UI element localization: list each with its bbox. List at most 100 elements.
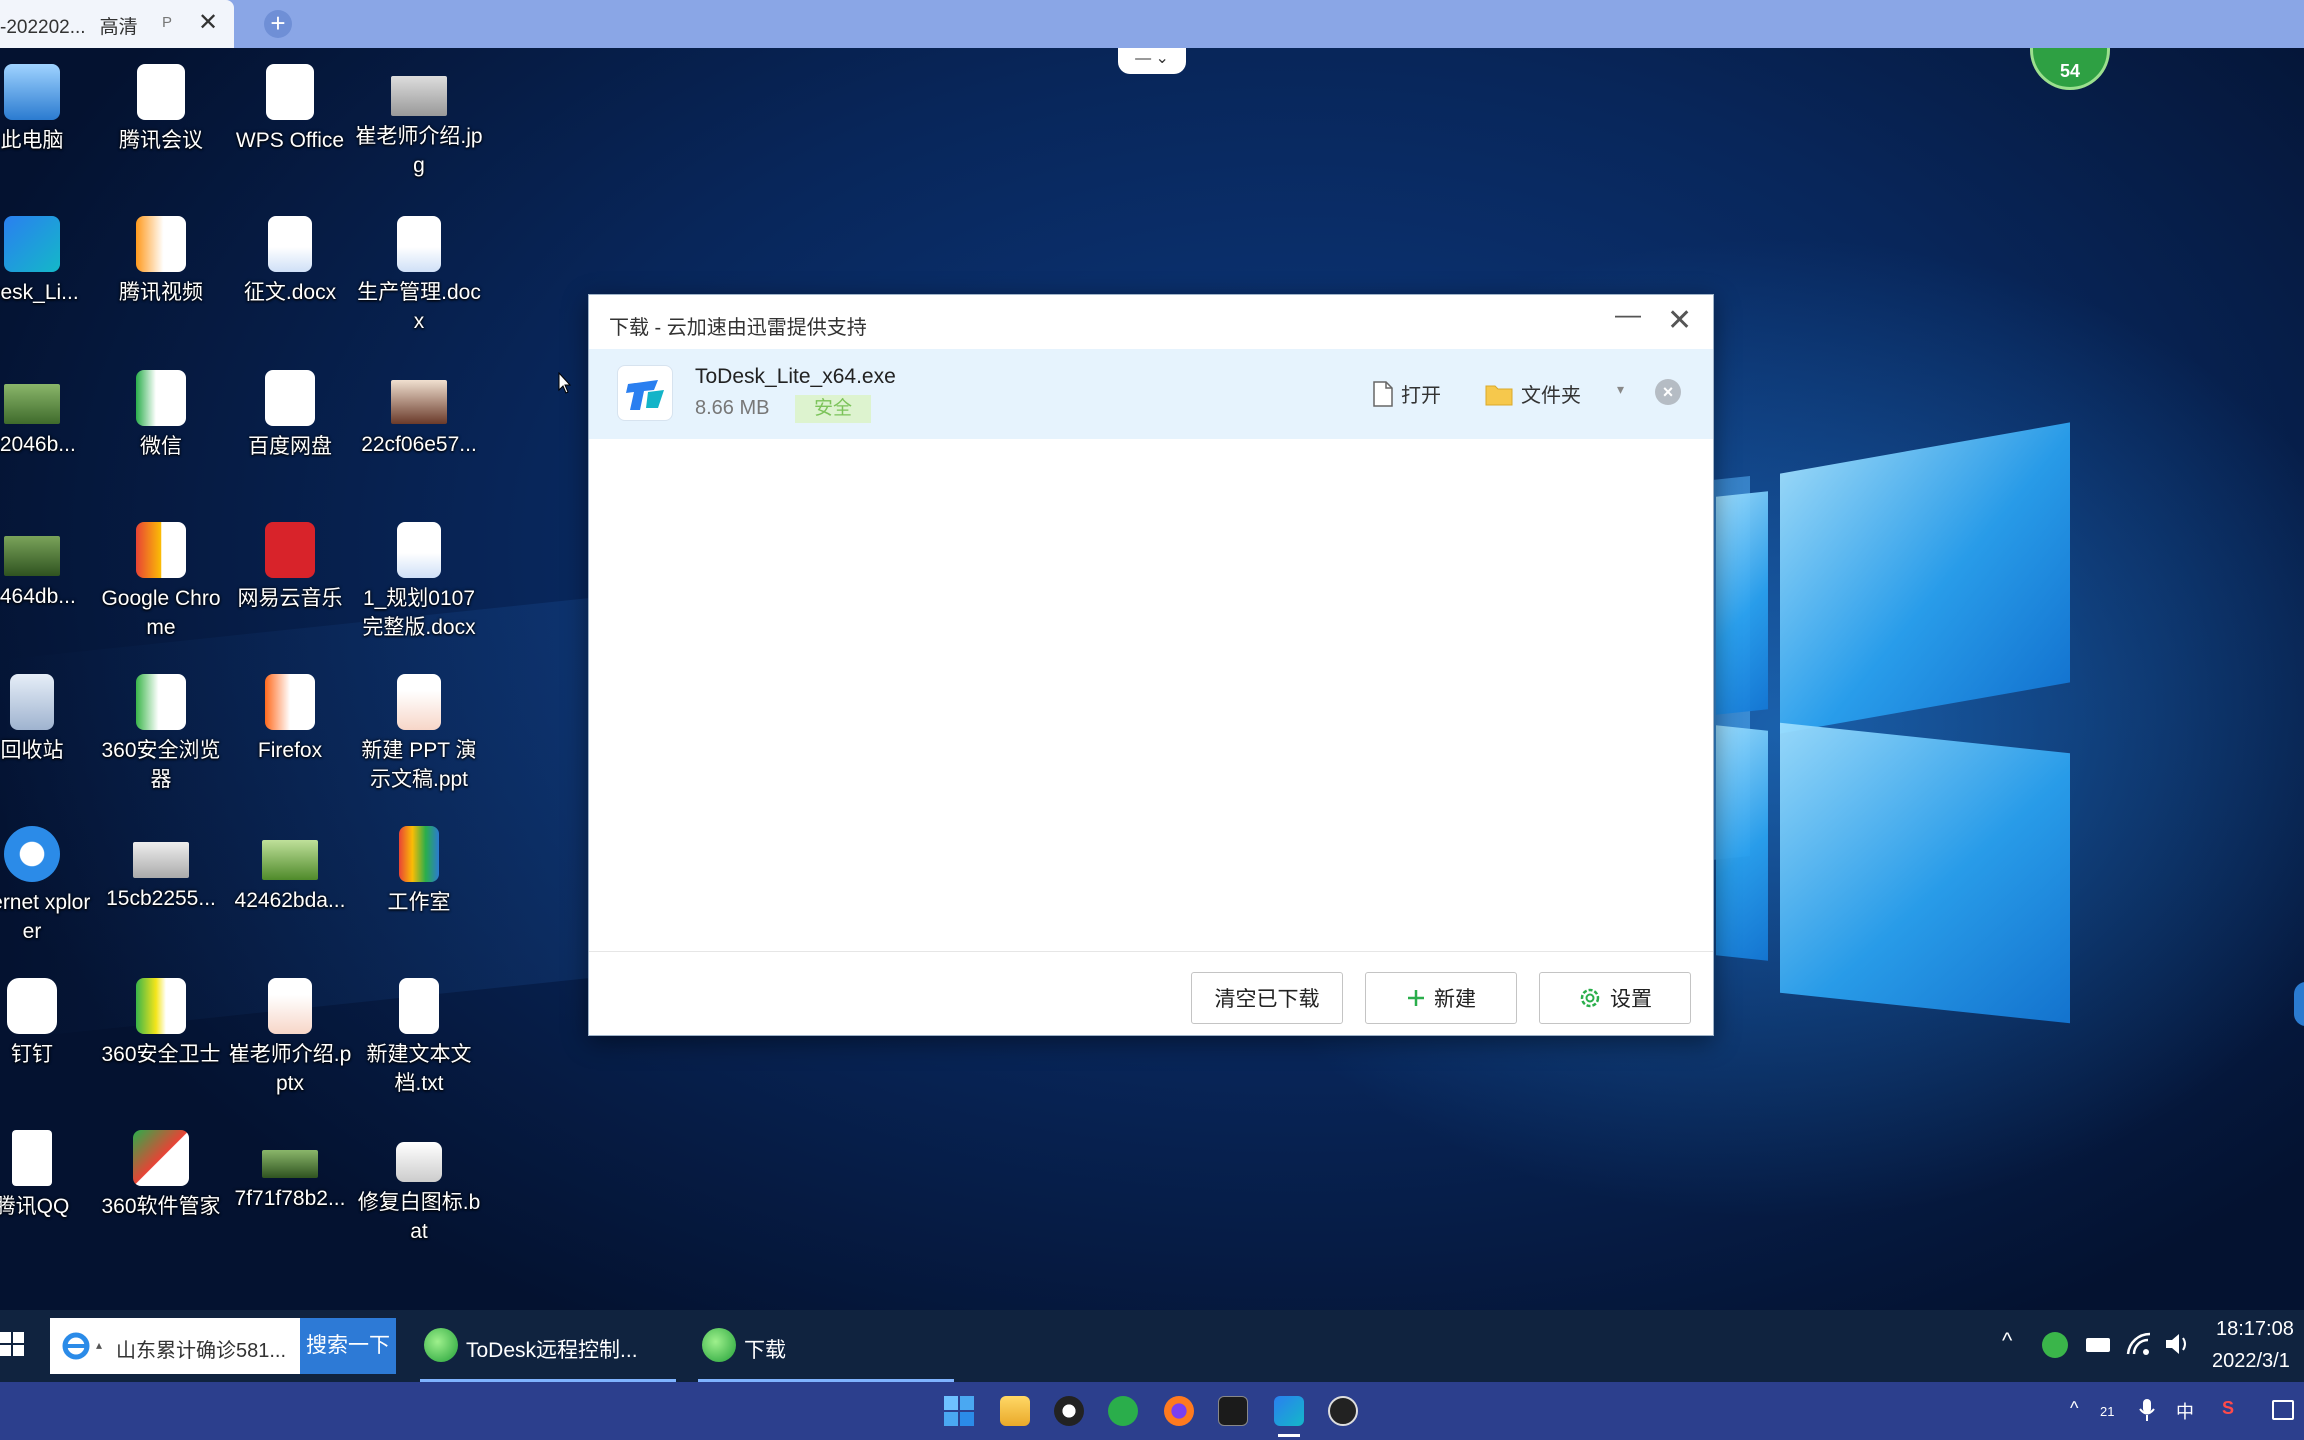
- windows-start-icon[interactable]: [0, 1332, 24, 1356]
- firefox-icon: [265, 674, 315, 730]
- desktop-icon-docx[interactable]: 生产管理.docx: [355, 216, 483, 336]
- ime-indicator[interactable]: 中: [2176, 1398, 2194, 1424]
- todesk-icon[interactable]: [1274, 1396, 1304, 1426]
- browser-tab[interactable]: -202202... 高清 P ✕: [0, 0, 234, 48]
- tencent-video-icon: [136, 216, 186, 272]
- desktop-icon-wechat[interactable]: 微信: [97, 370, 225, 461]
- desktop-icon-netease-music[interactable]: 网易云音乐: [226, 522, 354, 613]
- gear-icon: [1580, 988, 1600, 1008]
- desktop-icon-image[interactable]: 15cb2255...: [97, 826, 225, 913]
- image-thumbnail-icon: [262, 840, 318, 880]
- desktop-icon-image[interactable]: 12046b...: [0, 370, 96, 459]
- desktop-icon-docx[interactable]: 征文.docx: [226, 216, 354, 307]
- baidu-netdisk-icon: [265, 370, 315, 426]
- wechat-icon[interactable]: [1108, 1396, 1138, 1426]
- open-folder-button[interactable]: 文件夹: [1485, 379, 1581, 408]
- file-explorer-icon[interactable]: [1000, 1396, 1030, 1426]
- desktop-icon-image[interactable]: 1464db...: [0, 522, 96, 611]
- mouse-cursor-icon: [558, 372, 572, 394]
- desktop-icon-docx[interactable]: 1_规划0107完整版.docx: [355, 522, 483, 642]
- wifi-icon[interactable]: [2126, 1332, 2152, 1356]
- desktop-icon-jpg[interactable]: 崔老师介绍.jpg: [355, 64, 483, 180]
- desktop-icon-ppt[interactable]: 新建 PPT 演示文稿.ppt: [355, 674, 483, 794]
- open-file-button[interactable]: 打开: [1373, 379, 1441, 408]
- qq-icon[interactable]: [1054, 1396, 1084, 1426]
- desktop-icon-baidu-netdisk[interactable]: 百度网盘: [226, 370, 354, 461]
- remote-toolbar-handle[interactable]: — ⌄: [1118, 48, 1186, 74]
- desktop-icon-txt[interactable]: 新建文本文档.txt: [355, 978, 483, 1098]
- dropdown-arrow-icon: ▴: [96, 1338, 103, 1352]
- taskbar-item-todesk[interactable]: ToDesk远程控制...: [420, 1310, 676, 1382]
- terminal-icon[interactable]: [1218, 1396, 1248, 1426]
- taskbar-item-download[interactable]: 下载: [698, 1310, 954, 1382]
- settings-label: 设置: [1610, 988, 1652, 1011]
- desktop-icon-tencent-video[interactable]: 腾讯视频: [97, 216, 225, 307]
- desktop-icon-image[interactable]: 42462bda...: [226, 826, 354, 915]
- search-button[interactable]: 搜索一下: [300, 1318, 396, 1374]
- tab-p-label[interactable]: P: [162, 14, 172, 31]
- image-thumbnail-icon: [4, 536, 60, 576]
- dingtalk-icon: [7, 978, 57, 1034]
- desktop-icon-wps[interactable]: WPS Office: [226, 64, 354, 155]
- battery-icon[interactable]: [2086, 1338, 2110, 1352]
- desktop-icon-360-browser[interactable]: 360安全浏览器: [97, 674, 225, 794]
- speed-badge[interactable]: 54: [2030, 48, 2110, 90]
- desktop-icon-ie[interactable]: nternet xplorer: [0, 826, 96, 946]
- desktop-icon-this-pc[interactable]: 此电脑: [0, 64, 96, 155]
- news-search-box[interactable]: ▴ 山东累计确诊581...: [50, 1318, 300, 1374]
- wallpaper-logo-pane: [1780, 422, 2070, 734]
- notification-icon[interactable]: [2272, 1400, 2294, 1420]
- desktop-icon-360-software[interactable]: 360软件管家: [97, 1130, 225, 1221]
- clock-date[interactable]: 2022/3/1: [2212, 1350, 2290, 1373]
- firefox-icon[interactable]: [1164, 1396, 1194, 1426]
- wallpaper-logo-pane: [1780, 722, 2070, 1024]
- 360-safe-icon: [136, 978, 186, 1034]
- clear-downloaded-button[interactable]: 清空已下载: [1191, 972, 1343, 1024]
- cancel-download-icon[interactable]: ×: [1655, 379, 1681, 405]
- volume-icon[interactable]: [2164, 1332, 2192, 1356]
- tab-close-icon[interactable]: ✕: [198, 8, 218, 37]
- tencent-meeting-icon: [137, 64, 185, 120]
- desktop-icon-360-safe[interactable]: 360安全卫士: [97, 978, 225, 1069]
- docx-file-icon: [397, 216, 441, 272]
- desktop-icon-recycle-bin[interactable]: 回收站: [0, 674, 96, 765]
- desktop-icon-firefox[interactable]: Firefox: [226, 674, 354, 765]
- windows-start-icon[interactable]: [944, 1396, 974, 1426]
- desktop-icon-chrome[interactable]: Google Chrome: [97, 522, 225, 642]
- desktop-icon-qq[interactable]: 腾讯QQ: [0, 1130, 96, 1221]
- remote-taskbar: ▴ 山东累计确诊581... 搜索一下 ToDesk远程控制... 下载 ^ 1…: [0, 1310, 2304, 1382]
- close-icon[interactable]: ✕: [1667, 303, 1692, 338]
- dialog-title-bar[interactable]: 下载 - 云加速由迅雷提供支持 — ✕: [589, 295, 1713, 349]
- chevron-down-icon[interactable]: ▾: [1617, 381, 1624, 398]
- clock-time[interactable]: 18:17:08: [2216, 1318, 2294, 1341]
- settings-button[interactable]: 设置: [1539, 972, 1691, 1024]
- computer-icon: [4, 64, 60, 120]
- desktop-icon-pptx[interactable]: 崔老师介绍.pptx: [226, 978, 354, 1098]
- download-item[interactable]: ToDesk_Lite_x64.exe 8.66 MB 安全 打开 文件夹 ▾ …: [589, 349, 1713, 439]
- desktop-icon-image[interactable]: 7f71f78b2...: [226, 1130, 354, 1213]
- sogou-ime-icon[interactable]: S: [2222, 1398, 2234, 1419]
- minimize-icon[interactable]: —: [1615, 299, 1641, 330]
- desktop-icon-studio[interactable]: 工作室: [355, 826, 483, 917]
- desktop-icon-todesk[interactable]: Desk_Li...: [0, 216, 96, 307]
- obs-icon[interactable]: [1328, 1396, 1358, 1426]
- file-size: 8.66 MB: [695, 397, 770, 419]
- desktop-icon-dingtalk[interactable]: 钉钉: [0, 978, 96, 1069]
- local-taskbar: ^ 21 中 S: [0, 1382, 2304, 1440]
- docx-file-icon: [268, 216, 312, 272]
- desktop-icon-tencent-meeting[interactable]: 腾讯会议: [97, 64, 225, 155]
- side-widget[interactable]: [2294, 982, 2304, 1026]
- new-download-button[interactable]: 新建: [1365, 972, 1517, 1024]
- ie-icon: [4, 826, 60, 882]
- tray-number: 21: [2100, 1404, 2115, 1419]
- tray-chevron-icon[interactable]: ^: [2002, 1328, 2012, 1354]
- tray-chevron-icon[interactable]: ^: [2070, 1398, 2078, 1419]
- bat-file-icon: [396, 1142, 442, 1182]
- microphone-icon[interactable]: [2138, 1398, 2156, 1422]
- new-tab-icon[interactable]: +: [264, 10, 292, 38]
- chrome-icon: [136, 522, 186, 578]
- desktop-icon-bat[interactable]: 修复白图标.bat: [355, 1130, 483, 1246]
- desktop-icon-image[interactable]: 22cf06e57...: [355, 370, 483, 459]
- 360-tray-icon[interactable]: [2042, 1332, 2068, 1358]
- dialog-footer: 清空已下载 新建 设置: [589, 951, 1713, 1035]
